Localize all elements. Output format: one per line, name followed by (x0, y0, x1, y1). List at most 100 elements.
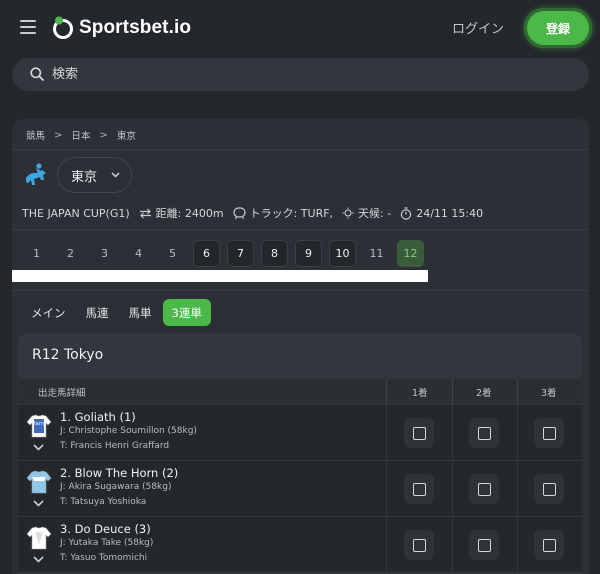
checkbox-square-icon (412, 482, 426, 496)
race-tabs-scrollbar[interactable] (12, 270, 428, 282)
jockey-silk-icon (26, 470, 52, 494)
runner-jockey: J: Yutaka Take (58kg) (60, 538, 154, 548)
divider (12, 290, 589, 291)
race-tab-12[interactable]: 12 (397, 240, 424, 267)
breadcrumb-item-country[interactable]: 日本 (71, 128, 90, 142)
select-first-checkbox[interactable] (404, 418, 434, 448)
checkbox-square-icon (542, 482, 556, 496)
sportsbet-logo-icon (53, 16, 73, 39)
chevron-down-icon[interactable] (33, 444, 44, 451)
runner-name[interactable]: 3. Do Deuce (3) (60, 522, 151, 536)
chevron-down-icon[interactable] (33, 556, 44, 563)
select-second-checkbox[interactable] (469, 418, 499, 448)
top-header: Sportsbet.io ログイン 登録 (0, 0, 600, 56)
track-selector[interactable]: 東京 (57, 157, 132, 193)
checkbox-square-icon (477, 538, 491, 552)
race-panel: 競馬 > 日本 > 東京 東京 THE JAPAN CUP(G1) 距離: 24… (12, 119, 589, 574)
runner-row: Barry 1. Goliath (1) J: Christophe Soumill… (18, 405, 582, 460)
hamburger-menu-icon[interactable] (20, 20, 36, 34)
race-tab-2[interactable]: 2 (57, 240, 84, 267)
race-card: R12 Tokyo 出走馬詳細 1着 2着 3着 Barry 1. Goliath… (18, 333, 582, 574)
column-divider (386, 405, 387, 460)
column-header-runner-details: 出走馬詳細 (38, 387, 86, 399)
race-tab-9[interactable]: 9 (295, 240, 322, 267)
register-button[interactable]: 登録 (524, 8, 592, 48)
race-tab-7[interactable]: 7 (227, 240, 254, 267)
select-first-checkbox[interactable] (404, 474, 434, 504)
search-input[interactable] (52, 58, 572, 91)
race-tab-5[interactable]: 5 (159, 240, 186, 267)
weather-text: 天候: - (358, 207, 392, 220)
race-tab-11[interactable]: 11 (363, 240, 390, 267)
select-second-checkbox[interactable] (469, 474, 499, 504)
brand-name: Sportsbet.io (79, 17, 192, 38)
weather-info: 天候: - (342, 205, 391, 221)
select-first-checkbox[interactable] (404, 530, 434, 560)
column-divider (517, 461, 518, 516)
distance-info: 距離: 2400m (139, 205, 224, 221)
distance-arrows-icon (139, 208, 151, 218)
column-divider (452, 405, 453, 460)
race-tab-6[interactable]: 6 (193, 240, 220, 267)
bet-type-tabs: メイン 馬連 馬単 3連単 (22, 299, 213, 326)
checkbox-square-icon (542, 538, 556, 552)
checkbox-square-icon (412, 538, 426, 552)
breadcrumb-item-track[interactable]: 東京 (117, 128, 136, 142)
horse-racing-icon (26, 163, 46, 185)
runner-jockey: J: Akira Sugawara (58kg) (60, 482, 172, 492)
jockey-silk-icon (26, 526, 52, 550)
jockey-silk-icon: Barry (26, 414, 52, 438)
bet-tab-quinella[interactable]: 馬連 (77, 299, 118, 326)
runner-name[interactable]: 1. Goliath (1) (60, 410, 136, 424)
sportsbet-logo[interactable]: Sportsbet.io (52, 14, 191, 42)
race-card-title: R12 Tokyo (32, 347, 104, 363)
bet-tab-exacta[interactable]: 馬単 (120, 299, 161, 326)
start-time-text: 24/11 15:40 (416, 206, 484, 220)
track-type-text: トラック: TURF, (249, 207, 334, 220)
column-header-first: 1着 (412, 387, 428, 399)
select-third-checkbox[interactable] (534, 418, 564, 448)
column-divider (452, 461, 453, 516)
divider (12, 149, 589, 150)
breadcrumb-separator: > (99, 129, 108, 141)
column-divider (517, 405, 518, 460)
race-tab-8[interactable]: 8 (261, 240, 288, 267)
select-third-checkbox[interactable] (534, 530, 564, 560)
search-icon (30, 67, 44, 81)
bet-tab-trifecta[interactable]: 3連単 (162, 299, 211, 326)
column-divider (386, 461, 387, 516)
checkbox-square-icon (477, 482, 491, 496)
select-third-checkbox[interactable] (534, 474, 564, 504)
track-oval-icon (232, 207, 246, 219)
distance-text: 距離: 2400m (155, 207, 224, 220)
runner-trainer: T: Tatsuya Yoshioka (60, 497, 147, 507)
race-name: THE JAPAN CUP(G1) (22, 206, 130, 220)
column-header-second: 2着 (476, 387, 492, 399)
race-tab-1[interactable]: 1 (23, 240, 50, 267)
track-type-info: トラック: TURF, (232, 205, 334, 221)
runner-name[interactable]: 2. Blow The Horn (2) (60, 466, 178, 480)
column-divider (452, 379, 453, 404)
column-divider (517, 379, 518, 404)
column-divider (386, 379, 387, 404)
race-tab-4[interactable]: 4 (125, 240, 152, 267)
runner-trainer: T: Yasuo Tomomichi (60, 553, 148, 563)
page: Sportsbet.io ログイン 登録 競馬 > 日本 > 東京 東京 (0, 0, 600, 574)
runner-jockey: J: Christophe Soumillon (58kg) (60, 426, 197, 436)
sun-icon (342, 207, 354, 219)
column-header-third: 3着 (541, 387, 557, 399)
select-second-checkbox[interactable] (469, 530, 499, 560)
race-tab-3[interactable]: 3 (91, 240, 118, 267)
runner-row: 3. Do Deuce (3) J: Yutaka Take (58kg) T: Y… (18, 517, 582, 572)
runner-trainer: T: Francis Henri Graffard (60, 441, 170, 451)
chevron-down-icon[interactable] (33, 500, 44, 507)
breadcrumb-item-sport[interactable]: 競馬 (26, 128, 45, 142)
svg-text:Barry: Barry (32, 421, 46, 427)
bet-tab-main[interactable]: メイン (22, 299, 75, 326)
checkbox-square-icon (412, 426, 426, 440)
race-tab-10[interactable]: 10 (329, 240, 356, 267)
login-link[interactable]: ログイン (452, 18, 504, 37)
checkbox-square-icon (477, 426, 491, 440)
checkbox-square-icon (542, 426, 556, 440)
divider (12, 229, 589, 230)
